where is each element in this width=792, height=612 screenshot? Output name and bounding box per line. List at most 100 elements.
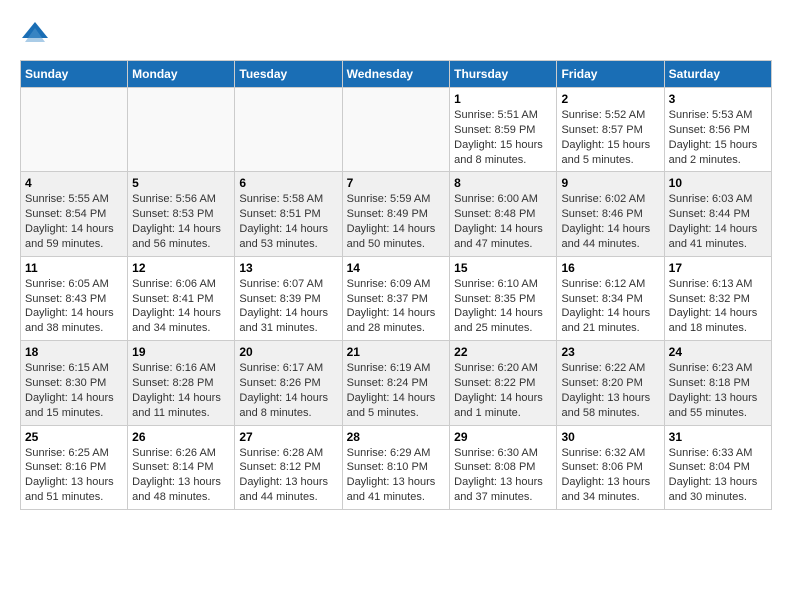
calendar-cell: 4Sunrise: 5:55 AM Sunset: 8:54 PM Daylig…	[21, 172, 128, 256]
weekday-header-monday: Monday	[128, 61, 235, 88]
calendar-cell	[342, 88, 450, 172]
day-number: 3	[669, 92, 767, 106]
day-info: Sunrise: 6:29 AM Sunset: 8:10 PM Dayligh…	[347, 446, 446, 505]
calendar-cell: 27Sunrise: 6:28 AM Sunset: 8:12 PM Dayli…	[235, 425, 342, 509]
logo-icon	[20, 20, 50, 50]
day-number: 31	[669, 430, 767, 444]
calendar-cell: 3 Sunrise: 5:53 AM Sunset: 8:56 PM Daylig…	[664, 88, 771, 172]
day-info: Sunrise: 5:53 AM Sunset: 8:56 PM Dayligh…	[669, 108, 767, 167]
day-number: 18	[25, 345, 123, 359]
calendar-cell: 14Sunrise: 6:09 AM Sunset: 8:37 PM Dayli…	[342, 256, 450, 340]
week-row-4: 18 Sunrise: 6:15 AM Sunset: 8:30 PM Dayli…	[21, 341, 772, 425]
day-number: 8	[454, 176, 552, 190]
day-number: 26	[132, 430, 230, 444]
day-info: Sunrise: 5:58 AM Sunset: 8:51 PM Dayligh…	[239, 192, 337, 251]
day-info: Sunrise: 6:10 AM Sunset: 8:35 PM Dayligh…	[454, 277, 552, 336]
day-number: 24	[669, 345, 767, 359]
calendar-cell: 5 Sunrise: 5:56 AM Sunset: 8:53 PM Daylig…	[128, 172, 235, 256]
day-number: 5	[132, 176, 230, 190]
day-info: Sunrise: 6:25 AM Sunset: 8:16 PM Dayligh…	[25, 446, 123, 505]
day-number: 17	[669, 261, 767, 275]
day-number: 21	[347, 345, 446, 359]
day-info: Sunrise: 6:23 AM Sunset: 8:18 PM Dayligh…	[669, 361, 767, 420]
week-row-3: 11 Sunrise: 6:05 AM Sunset: 8:43 PM Dayli…	[21, 256, 772, 340]
week-row-2: 4Sunrise: 5:55 AM Sunset: 8:54 PM Daylig…	[21, 172, 772, 256]
calendar-cell: 9 Sunrise: 6:02 AM Sunset: 8:46 PM Daylig…	[557, 172, 664, 256]
calendar-cell: 12 Sunrise: 6:06 AM Sunset: 8:41 PM Dayli…	[128, 256, 235, 340]
weekday-header-sunday: Sunday	[21, 61, 128, 88]
calendar-cell: 25 Sunrise: 6:25 AM Sunset: 8:16 PM Dayli…	[21, 425, 128, 509]
calendar-cell: 19 Sunrise: 6:16 AM Sunset: 8:28 PM Dayli…	[128, 341, 235, 425]
day-info: Sunrise: 6:00 AM Sunset: 8:48 PM Dayligh…	[454, 192, 552, 251]
day-info: Sunrise: 6:15 AM Sunset: 8:30 PM Dayligh…	[25, 361, 123, 420]
day-info: Sunrise: 6:19 AM Sunset: 8:24 PM Dayligh…	[347, 361, 446, 420]
day-number: 29	[454, 430, 552, 444]
calendar-cell: 26 Sunrise: 6:26 AM Sunset: 8:14 PM Dayli…	[128, 425, 235, 509]
day-info: Sunrise: 6:16 AM Sunset: 8:28 PM Dayligh…	[132, 361, 230, 420]
calendar-cell: 6 Sunrise: 5:58 AM Sunset: 8:51 PM Daylig…	[235, 172, 342, 256]
calendar-cell: 2 Sunrise: 5:52 AM Sunset: 8:57 PM Daylig…	[557, 88, 664, 172]
day-info: Sunrise: 6:26 AM Sunset: 8:14 PM Dayligh…	[132, 446, 230, 505]
logo	[20, 20, 54, 50]
day-info: Sunrise: 6:13 AM Sunset: 8:32 PM Dayligh…	[669, 277, 767, 336]
day-info: Sunrise: 5:55 AM Sunset: 8:54 PM Dayligh…	[25, 192, 123, 251]
calendar-table: SundayMondayTuesdayWednesdayThursdayFrid…	[20, 60, 772, 510]
day-info: Sunrise: 6:22 AM Sunset: 8:20 PM Dayligh…	[561, 361, 659, 420]
day-number: 23	[561, 345, 659, 359]
day-number: 10	[669, 176, 767, 190]
day-info: Sunrise: 6:17 AM Sunset: 8:26 PM Dayligh…	[239, 361, 337, 420]
day-number: 22	[454, 345, 552, 359]
day-info: Sunrise: 6:05 AM Sunset: 8:43 PM Dayligh…	[25, 277, 123, 336]
calendar-cell: 31 Sunrise: 6:33 AM Sunset: 8:04 PM Dayli…	[664, 425, 771, 509]
day-info: Sunrise: 6:12 AM Sunset: 8:34 PM Dayligh…	[561, 277, 659, 336]
week-row-1: 1 Sunrise: 5:51 AM Sunset: 8:59 PM Daylig…	[21, 88, 772, 172]
calendar-cell: 11 Sunrise: 6:05 AM Sunset: 8:43 PM Dayli…	[21, 256, 128, 340]
day-number: 6	[239, 176, 337, 190]
day-info: Sunrise: 5:52 AM Sunset: 8:57 PM Dayligh…	[561, 108, 659, 167]
day-number: 30	[561, 430, 659, 444]
day-info: Sunrise: 5:59 AM Sunset: 8:49 PM Dayligh…	[347, 192, 446, 251]
calendar-cell: 24 Sunrise: 6:23 AM Sunset: 8:18 PM Dayli…	[664, 341, 771, 425]
day-info: Sunrise: 5:56 AM Sunset: 8:53 PM Dayligh…	[132, 192, 230, 251]
calendar-cell: 21 Sunrise: 6:19 AM Sunset: 8:24 PM Dayli…	[342, 341, 450, 425]
day-number: 28	[347, 430, 446, 444]
day-number: 19	[132, 345, 230, 359]
day-info: Sunrise: 6:02 AM Sunset: 8:46 PM Dayligh…	[561, 192, 659, 251]
calendar-cell	[21, 88, 128, 172]
calendar-cell: 23 Sunrise: 6:22 AM Sunset: 8:20 PM Dayli…	[557, 341, 664, 425]
calendar-cell: 7 Sunrise: 5:59 AM Sunset: 8:49 PM Daylig…	[342, 172, 450, 256]
calendar-cell	[235, 88, 342, 172]
day-number: 1	[454, 92, 552, 106]
day-info: Sunrise: 6:06 AM Sunset: 8:41 PM Dayligh…	[132, 277, 230, 336]
day-number: 11	[25, 261, 123, 275]
weekday-header-saturday: Saturday	[664, 61, 771, 88]
calendar-cell: 1 Sunrise: 5:51 AM Sunset: 8:59 PM Daylig…	[450, 88, 557, 172]
day-info: Sunrise: 6:03 AM Sunset: 8:44 PM Dayligh…	[669, 192, 767, 251]
week-row-5: 25 Sunrise: 6:25 AM Sunset: 8:16 PM Dayli…	[21, 425, 772, 509]
calendar-cell	[128, 88, 235, 172]
day-number: 2	[561, 92, 659, 106]
calendar-cell: 8 Sunrise: 6:00 AM Sunset: 8:48 PM Daylig…	[450, 172, 557, 256]
page-header	[20, 20, 772, 50]
day-number: 25	[25, 430, 123, 444]
calendar-cell: 22 Sunrise: 6:20 AM Sunset: 8:22 PM Dayli…	[450, 341, 557, 425]
day-number: 9	[561, 176, 659, 190]
day-info: Sunrise: 6:28 AM Sunset: 8:12 PM Dayligh…	[239, 446, 337, 505]
day-number: 20	[239, 345, 337, 359]
day-number: 13	[239, 261, 337, 275]
day-info: Sunrise: 6:20 AM Sunset: 8:22 PM Dayligh…	[454, 361, 552, 420]
weekday-header-tuesday: Tuesday	[235, 61, 342, 88]
calendar-cell: 10 Sunrise: 6:03 AM Sunset: 8:44 PM Dayli…	[664, 172, 771, 256]
day-info: Sunrise: 5:51 AM Sunset: 8:59 PM Dayligh…	[454, 108, 552, 167]
day-info: Sunrise: 6:09 AM Sunset: 8:37 PM Dayligh…	[347, 277, 446, 336]
day-info: Sunrise: 6:32 AM Sunset: 8:06 PM Dayligh…	[561, 446, 659, 505]
calendar-cell: 17 Sunrise: 6:13 AM Sunset: 8:32 PM Dayli…	[664, 256, 771, 340]
weekday-header-row: SundayMondayTuesdayWednesdayThursdayFrid…	[21, 61, 772, 88]
day-info: Sunrise: 6:07 AM Sunset: 8:39 PM Dayligh…	[239, 277, 337, 336]
calendar-cell: 15Sunrise: 6:10 AM Sunset: 8:35 PM Dayli…	[450, 256, 557, 340]
day-number: 12	[132, 261, 230, 275]
day-number: 7	[347, 176, 446, 190]
calendar-cell: 30 Sunrise: 6:32 AM Sunset: 8:06 PM Dayli…	[557, 425, 664, 509]
day-info: Sunrise: 6:33 AM Sunset: 8:04 PM Dayligh…	[669, 446, 767, 505]
weekday-header-wednesday: Wednesday	[342, 61, 450, 88]
